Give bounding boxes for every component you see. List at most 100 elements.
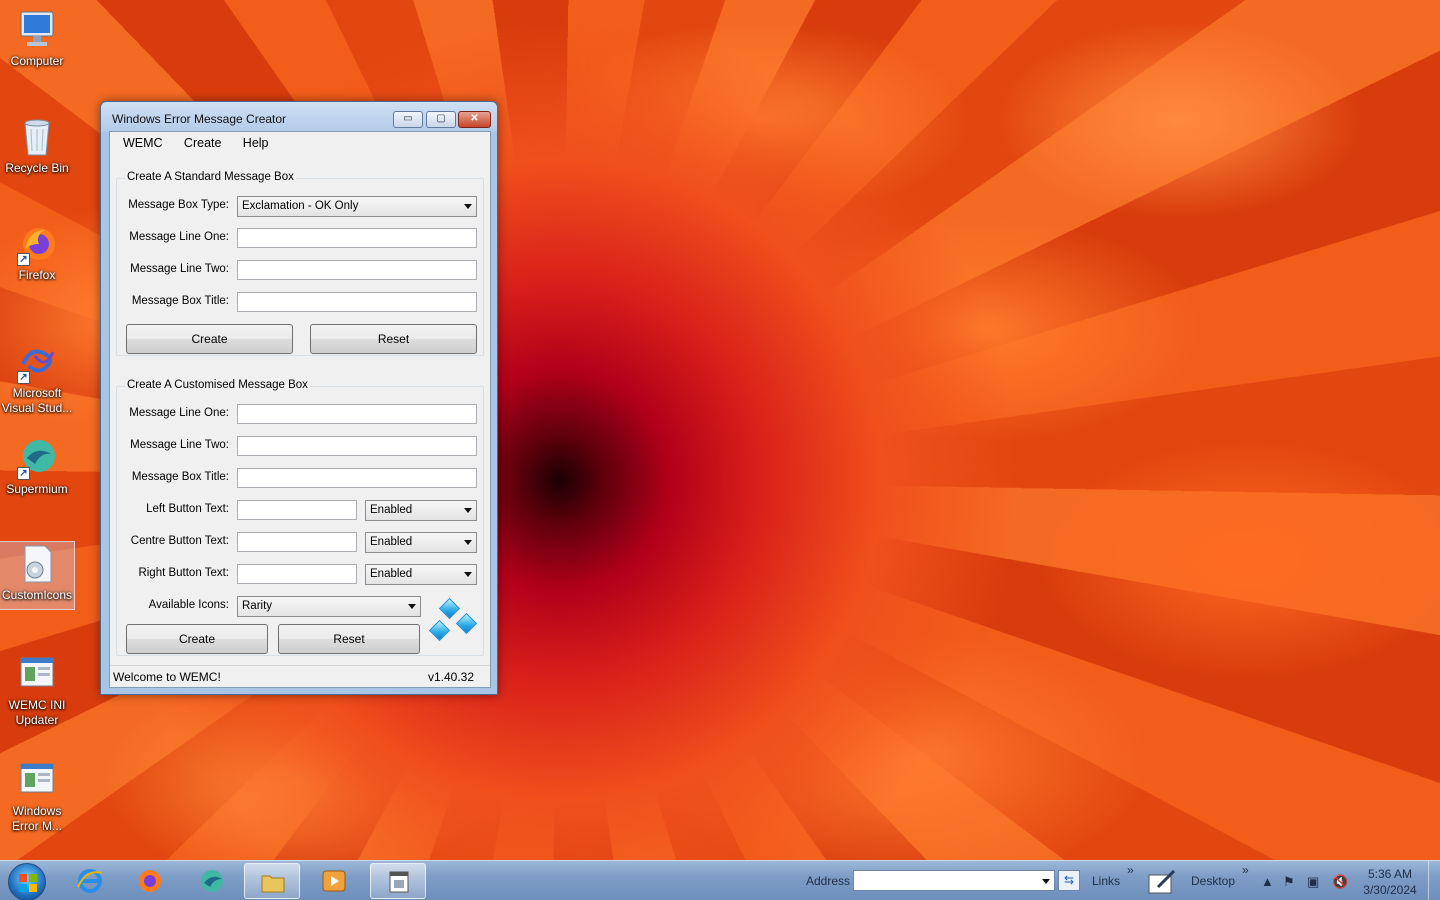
right-button-state-value: Enabled bbox=[370, 568, 413, 580]
taskbar-supermium[interactable] bbox=[184, 863, 240, 899]
notepad-pen-icon bbox=[1148, 869, 1176, 894]
desktop-chevron[interactable]: » bbox=[1242, 863, 1249, 877]
clock-time: 5:36 AM bbox=[1367, 867, 1413, 881]
action-center-flag-icon[interactable]: ⚑ bbox=[1283, 874, 1295, 890]
custom-create-button[interactable]: Create bbox=[126, 624, 268, 654]
desktop-icon-supermium[interactable]: ↗ Supermium bbox=[0, 436, 74, 497]
start-button[interactable] bbox=[8, 863, 46, 900]
custom-line-one-input[interactable] bbox=[237, 404, 477, 424]
desktop-icon-visual-studio[interactable]: ↗ Microsoft Visual Stud... bbox=[0, 340, 74, 416]
gem-icon bbox=[455, 612, 478, 635]
standard-message-box-group: Create A Standard Message Box Message Bo… bbox=[116, 171, 484, 356]
custom-line-two-label: Message Line Two: bbox=[130, 439, 229, 451]
standard-reset-button[interactable]: Reset bbox=[310, 324, 477, 354]
desktop-icon-label: WEMC INI Updater bbox=[8, 698, 66, 727]
centre-button-text-input[interactable] bbox=[237, 532, 357, 552]
supermium-icon bbox=[201, 870, 223, 892]
window-title: Windows Error Message Creator bbox=[112, 112, 287, 126]
shortcut-arrow-icon: ↗ bbox=[17, 253, 30, 266]
clock-date: 3/30/2024 bbox=[1363, 883, 1417, 897]
links-chevron[interactable]: » bbox=[1127, 863, 1134, 877]
available-icons-select[interactable]: Rarity bbox=[237, 596, 421, 617]
desktop-toolbar-label[interactable]: Desktop bbox=[1191, 874, 1235, 888]
shortcut-arrow-icon: ↗ bbox=[17, 371, 30, 384]
desktop-icon-wemc-ini-updater[interactable]: WEMC INI Updater bbox=[0, 652, 74, 728]
taskbar-internet-explorer[interactable] bbox=[62, 863, 118, 899]
desktop-icon-label: Supermium bbox=[6, 482, 68, 496]
address-input[interactable] bbox=[853, 870, 1055, 891]
standard-line-one-label: Message Line One: bbox=[129, 231, 229, 243]
standard-line-two-input[interactable] bbox=[237, 260, 477, 280]
links-toolbar-label[interactable]: Links bbox=[1092, 874, 1120, 888]
taskbar-file-explorer[interactable] bbox=[244, 863, 300, 899]
status-bar: Welcome to WEMC! v1.40.32 bbox=[110, 665, 490, 687]
desktop-icon-computer[interactable]: Computer bbox=[0, 8, 74, 69]
custom-reset-button[interactable]: Reset bbox=[278, 624, 420, 654]
desktop-icon-label: Recycle Bin bbox=[5, 161, 69, 175]
chevron-down-icon bbox=[464, 204, 472, 209]
left-button-state-value: Enabled bbox=[370, 504, 413, 516]
left-button-text-input[interactable] bbox=[237, 500, 357, 520]
desktop-icon-customicons[interactable]: CustomIcons bbox=[0, 541, 75, 610]
menu-bar: WEMC Create Help bbox=[110, 132, 490, 155]
title-bar[interactable]: Windows Error Message Creator ▭ ▢ ✕ bbox=[101, 102, 497, 132]
minimize-button[interactable]: ▭ bbox=[393, 111, 423, 128]
standard-group-title: Create A Standard Message Box bbox=[125, 171, 296, 183]
volume-muted-icon[interactable]: 🔇 bbox=[1332, 874, 1348, 890]
maximize-button[interactable]: ▢ bbox=[426, 111, 456, 128]
show-desktop-button[interactable] bbox=[1428, 861, 1440, 900]
centre-button-state-value: Enabled bbox=[370, 536, 413, 548]
message-box-type-select[interactable]: Exclamation - OK Only bbox=[237, 196, 477, 217]
centre-button-state-select[interactable]: Enabled bbox=[365, 532, 477, 553]
firefox-icon: ↗ bbox=[15, 222, 59, 266]
computer-icon bbox=[15, 8, 59, 52]
taskbar: Address ⇆ Links » Desktop » ▲ ⚑ ▣ 🔇 5:36… bbox=[0, 860, 1440, 900]
address-go-button[interactable]: ⇆ bbox=[1058, 870, 1080, 891]
desktop-icon-firefox[interactable]: ↗ Firefox bbox=[0, 222, 74, 283]
taskbar-wemc-app[interactable] bbox=[370, 863, 426, 899]
taskbar-notepad-shortcut[interactable] bbox=[1146, 865, 1178, 897]
show-hidden-icons-arrow[interactable]: ▲ bbox=[1261, 874, 1274, 889]
menu-create[interactable]: Create bbox=[175, 132, 231, 150]
firefox-icon bbox=[139, 870, 161, 892]
system-clock[interactable]: 5:36 AM 3/30/2024 bbox=[1360, 866, 1420, 898]
custom-message-box-group: Create A Customised Message Box Message … bbox=[116, 379, 484, 656]
chevron-down-icon bbox=[464, 540, 472, 545]
taskbar-media-player[interactable] bbox=[306, 863, 362, 899]
right-button-text-input[interactable] bbox=[237, 564, 357, 584]
window-client-area: WEMC Create Help Create A Standard Messa… bbox=[109, 131, 491, 688]
media-player-icon bbox=[322, 870, 346, 892]
standard-line-two-label: Message Line Two: bbox=[130, 263, 229, 275]
desktop-icon-label: Computer bbox=[10, 54, 64, 68]
menu-help[interactable]: Help bbox=[234, 132, 278, 150]
gem-icon bbox=[428, 619, 451, 642]
right-button-text-label: Right Button Text: bbox=[138, 567, 229, 579]
custom-title-label: Message Box Title: bbox=[131, 471, 229, 483]
message-box-type-value: Exclamation - OK Only bbox=[242, 200, 359, 212]
left-button-state-select[interactable]: Enabled bbox=[365, 500, 477, 521]
standard-line-one-input[interactable] bbox=[237, 228, 477, 248]
standard-title-label: Message Box Title: bbox=[131, 295, 229, 307]
custom-title-input[interactable] bbox=[237, 468, 477, 488]
custom-line-two-input[interactable] bbox=[237, 436, 477, 456]
desktop-icon-recycle-bin[interactable]: Recycle Bin bbox=[0, 115, 74, 176]
message-box-type-label: Message Box Type: bbox=[128, 199, 229, 211]
version-label: v1.40.32 bbox=[427, 670, 474, 684]
application-icon bbox=[15, 652, 59, 696]
standard-create-button[interactable]: Create bbox=[126, 324, 293, 354]
go-arrow-icon: ⇆ bbox=[1063, 873, 1075, 887]
visual-studio-icon: ↗ bbox=[15, 340, 59, 384]
close-button[interactable]: ✕ bbox=[458, 111, 491, 128]
desktop-icon-label: Windows Error M... bbox=[12, 804, 62, 833]
network-icon[interactable]: ▣ bbox=[1307, 874, 1319, 890]
application-icon bbox=[389, 871, 409, 893]
chevron-down-icon bbox=[464, 508, 472, 513]
desktop-icon-label: CustomIcons bbox=[1, 588, 73, 602]
right-button-state-select[interactable]: Enabled bbox=[365, 564, 477, 585]
standard-title-input[interactable] bbox=[237, 292, 477, 312]
desktop-icon-windows-error-message[interactable]: Windows Error M... bbox=[0, 758, 74, 834]
chevron-down-icon bbox=[464, 572, 472, 577]
taskbar-firefox[interactable] bbox=[122, 863, 178, 899]
menu-wemc[interactable]: WEMC bbox=[114, 132, 172, 150]
custom-line-one-label: Message Line One: bbox=[129, 407, 229, 419]
